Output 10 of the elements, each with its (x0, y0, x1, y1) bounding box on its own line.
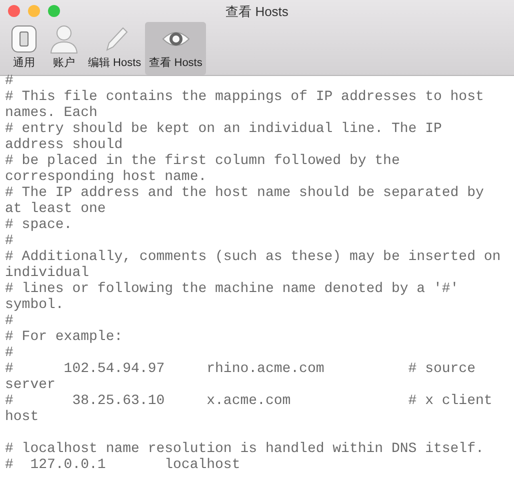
minimize-button[interactable] (28, 5, 40, 17)
window-title: 查看 Hosts (226, 4, 288, 19)
toolbar-tab[interactable]: 账户 (44, 22, 84, 75)
toolbar-tab[interactable]: 编辑 Hosts (84, 22, 146, 75)
toolbar-tab[interactable]: 查看 Hosts (145, 22, 206, 75)
person-icon (48, 23, 80, 55)
toolbar-tab[interactable]: 通用 (4, 22, 44, 75)
close-button[interactable] (8, 5, 20, 17)
hosts-text: # # This file contains the mappings of IP addresses to host names. Each # entry should be kept on an individual line. The IP address should # be placed in the first column followed by the corresponding host name. # The IP address and the host name should be separated by at least one # space. # # Additionally, comments (such as these) may be inserted on individual # lines or following the machine name denoted by a '#' symbol. # # For example: # # 102.54.94.97 rhino.acme.com # source server # 38.25.63.10 x.acme.com # x client host # localhost name resolution is handled within DNS itself. # 127.0.0.1 localhost (5, 73, 502, 473)
zoom-button[interactable] (48, 5, 60, 17)
